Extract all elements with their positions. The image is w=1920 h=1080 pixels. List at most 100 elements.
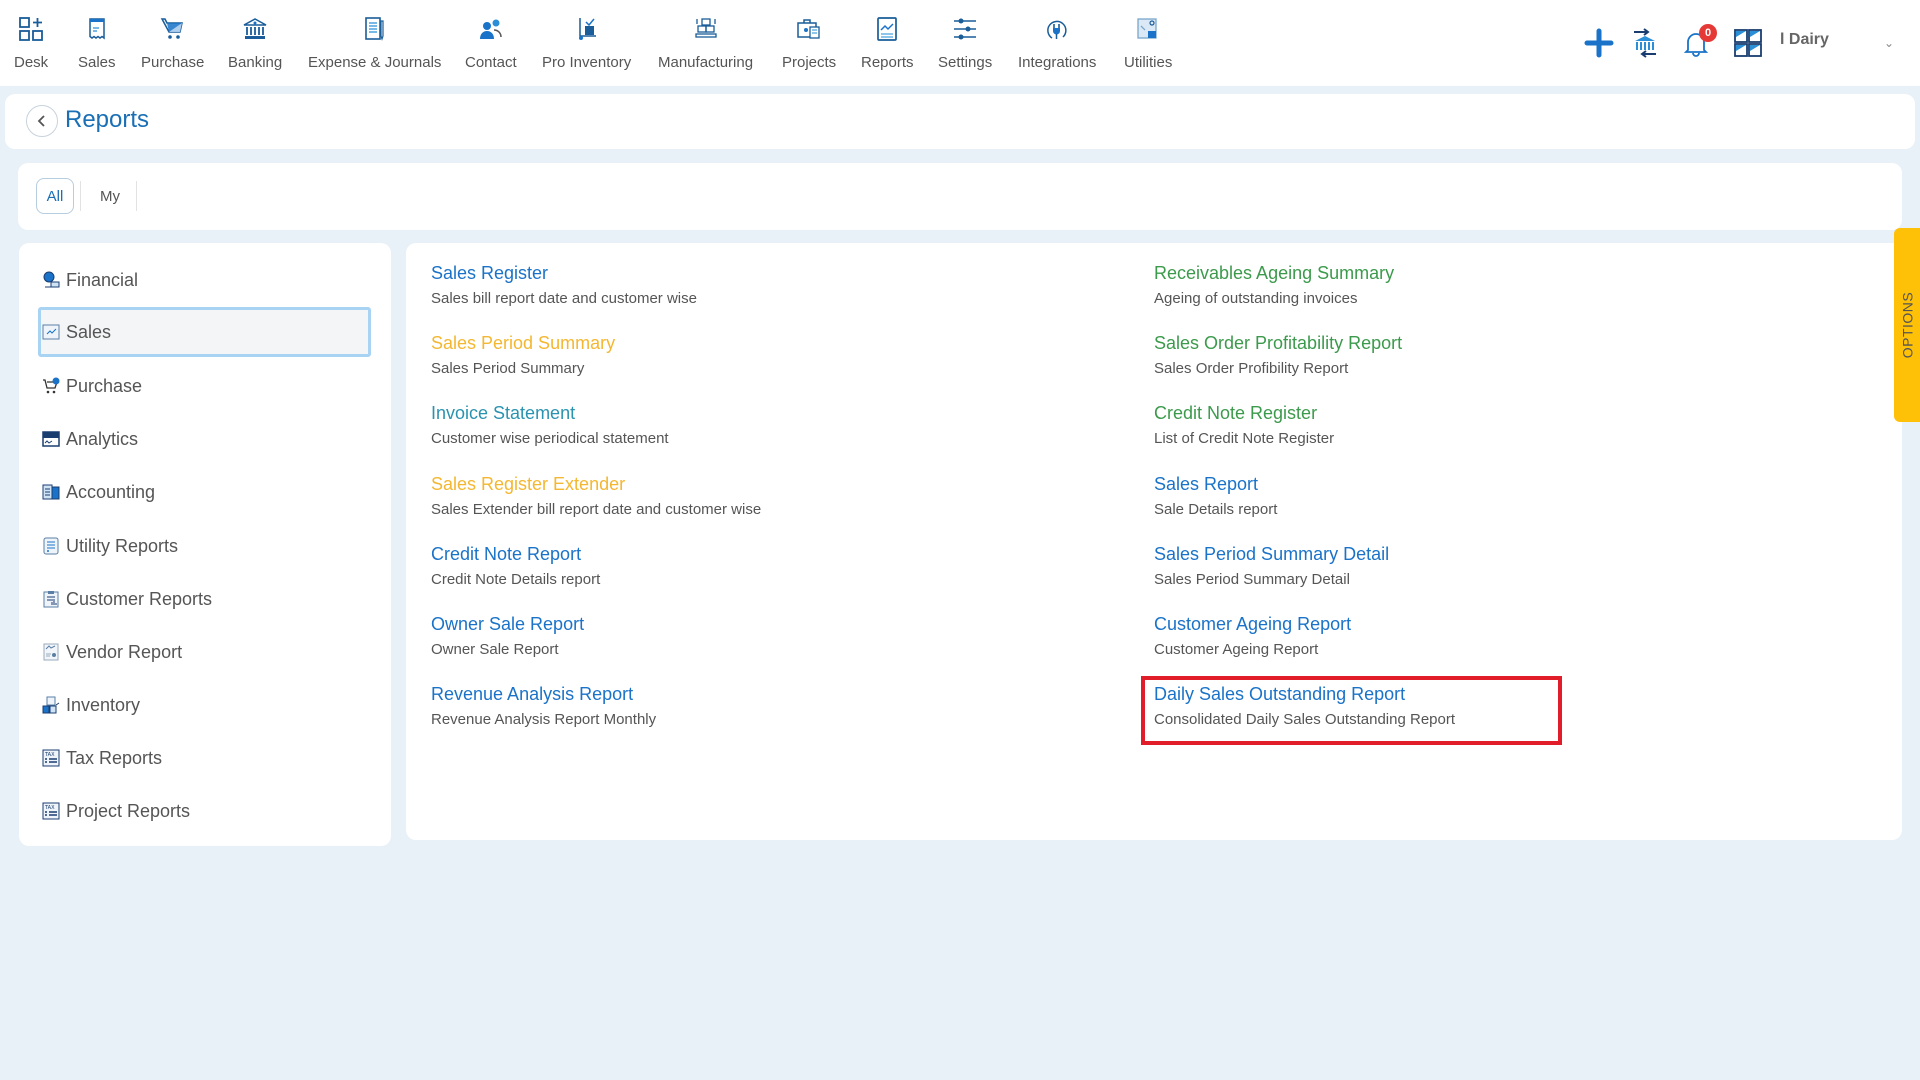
nav-label: Desk bbox=[14, 54, 49, 71]
sidebar-item-analytics[interactable]: Analytics bbox=[38, 414, 371, 464]
report-description: Sales Period Summary bbox=[431, 360, 585, 378]
tab-divider bbox=[80, 181, 81, 211]
utilities-icon bbox=[1133, 14, 1163, 44]
sidebar-item-purchase[interactable]: Purchase bbox=[38, 361, 371, 411]
report-title[interactable]: Receivables Ageing Summary bbox=[1154, 263, 1394, 284]
report-title[interactable]: Sales Order Profitability Report bbox=[1154, 333, 1402, 354]
nav-item-settings[interactable]: Settings bbox=[938, 14, 992, 71]
back-button[interactable] bbox=[26, 105, 58, 137]
report-item-customer-ageing-report[interactable]: Customer Ageing Report Customer Ageing Re… bbox=[1154, 614, 1351, 658]
report-title[interactable]: Credit Note Report bbox=[431, 544, 600, 565]
purchase-cart-icon bbox=[42, 377, 60, 395]
nav-item-purchase[interactable]: Purchase bbox=[141, 14, 204, 71]
sidebar-item-label: Sales bbox=[66, 321, 112, 342]
nav-label: Expense & Journals bbox=[308, 54, 442, 71]
report-title[interactable]: Credit Note Register bbox=[1154, 403, 1334, 424]
trolley-icon bbox=[572, 14, 602, 44]
report-item-sales-period-summary[interactable]: Sales Period Summary Sales Period Summary bbox=[431, 333, 615, 377]
desk-icon bbox=[16, 14, 46, 44]
cart-icon bbox=[158, 14, 188, 44]
sidebar-item-inventory[interactable]: Inventory bbox=[38, 680, 371, 730]
nav-item-banking[interactable]: Banking bbox=[228, 14, 282, 71]
nav-label: Integrations bbox=[1018, 54, 1097, 71]
tab-my[interactable]: My bbox=[88, 178, 132, 214]
nav-item-expense-journals[interactable]: Expense & Journals bbox=[308, 14, 441, 71]
report-item-revenue-analysis-report[interactable]: Revenue Analysis Report Revenue Analysis … bbox=[431, 684, 656, 728]
notification-bell[interactable]: 0 bbox=[1681, 24, 1717, 63]
options-tab[interactable]: OPTIONS bbox=[1894, 228, 1920, 422]
report-title[interactable]: Sales Register Extender bbox=[431, 474, 761, 495]
sidebar-item-accounting[interactable]: Accounting bbox=[38, 467, 371, 517]
analytics-icon bbox=[42, 430, 60, 448]
bank-icon bbox=[240, 14, 270, 44]
sidebar-item-label: Customer Reports bbox=[66, 588, 213, 609]
sidebar-item-label: Tax Reports bbox=[66, 747, 163, 768]
nav-item-pro-inventory[interactable]: Pro Inventory bbox=[542, 14, 631, 71]
company-name[interactable]: l Dairy bbox=[1780, 31, 1829, 49]
svg-text:TAX: TAX bbox=[44, 752, 55, 758]
boxes-icon bbox=[691, 14, 721, 44]
report-item-credit-note-register[interactable]: Credit Note Register List of Credit Note … bbox=[1154, 403, 1334, 447]
nav-item-utilities[interactable]: Utilities bbox=[1124, 14, 1172, 71]
sidebar-item-label: Utility Reports bbox=[66, 535, 179, 556]
tab-all[interactable]: All bbox=[36, 178, 74, 214]
sliders-icon bbox=[950, 14, 980, 44]
report-title[interactable]: Sales Period Summary bbox=[431, 333, 615, 354]
nav-item-desk[interactable]: Desk bbox=[14, 14, 48, 71]
report-item-invoice-statement[interactable]: Invoice Statement Customer wise periodica… bbox=[431, 403, 669, 447]
bank-transfer-icon[interactable] bbox=[1630, 28, 1660, 63]
report-title[interactable]: Sales Report bbox=[1154, 474, 1277, 495]
report-title[interactable]: Customer Ageing Report bbox=[1154, 614, 1351, 635]
report-title[interactable]: Invoice Statement bbox=[431, 403, 669, 424]
reports-list: Sales Register Sales bill report date and… bbox=[406, 243, 1902, 840]
report-description: Customer wise periodical statement bbox=[431, 430, 669, 448]
add-icon[interactable] bbox=[1584, 28, 1614, 63]
report-title[interactable]: Revenue Analysis Report bbox=[431, 684, 656, 705]
report-description: Sales Order Profibility Report bbox=[1154, 360, 1349, 378]
page-header: Reports bbox=[5, 94, 1915, 149]
nav-label: Banking bbox=[228, 54, 283, 71]
chevron-down-icon[interactable]: ⌄ bbox=[1884, 36, 1894, 50]
nav-item-integrations[interactable]: Integrations bbox=[1018, 14, 1096, 71]
report-item-sales-register-extender[interactable]: Sales Register Extender Sales Extender bi… bbox=[431, 474, 761, 518]
nav-item-reports[interactable]: Reports bbox=[861, 14, 914, 71]
notebook-icon bbox=[360, 14, 390, 44]
financial-icon bbox=[42, 271, 60, 289]
report-category-sidebar: Financial Sales Purchase Analytics Accou… bbox=[19, 243, 391, 846]
sales-report-icon bbox=[42, 323, 60, 341]
sidebar-item-utility-reports[interactable]: Utility Reports bbox=[38, 521, 371, 571]
chevron-left-icon bbox=[37, 115, 45, 127]
report-description: Sales bill report date and customer wise bbox=[431, 290, 697, 307]
nav-item-sales[interactable]: Sales bbox=[78, 14, 116, 71]
report-title[interactable]: Owner Sale Report bbox=[431, 614, 584, 635]
sidebar-item-sales[interactable]: Sales bbox=[38, 307, 371, 357]
sidebar-item-project-reports[interactable]: TAX Project Reports bbox=[38, 786, 371, 836]
sidebar-item-vendor-report[interactable]: Vendor Report bbox=[38, 627, 371, 677]
sidebar-item-tax-reports[interactable]: TAX Tax Reports bbox=[38, 733, 371, 783]
report-item-sales-period-summary-detail[interactable]: Sales Period Summary Detail Sales Period … bbox=[1154, 544, 1389, 588]
nav-label: Settings bbox=[938, 54, 993, 71]
report-item-sales-report[interactable]: Sales Report Sale Details report bbox=[1154, 474, 1277, 518]
page-title: Reports bbox=[65, 106, 150, 133]
sidebar-item-label: Project Reports bbox=[66, 800, 191, 821]
report-item-sales-order-profitability-report[interactable]: Sales Order Profitability Report Sales Or… bbox=[1154, 333, 1402, 377]
apps-grid-icon[interactable] bbox=[1733, 28, 1763, 63]
nav-item-contact[interactable]: Contact bbox=[465, 14, 517, 71]
report-title[interactable]: Sales Register bbox=[431, 263, 697, 284]
report-item-credit-note-report[interactable]: Credit Note Report Credit Note Details re… bbox=[431, 544, 600, 588]
report-description: Customer Ageing Report bbox=[1154, 641, 1319, 658]
report-title[interactable]: Sales Period Summary Detail bbox=[1154, 544, 1389, 565]
report-chart-icon bbox=[872, 14, 902, 44]
report-item-sales-register[interactable]: Sales Register Sales bill report date and… bbox=[431, 263, 697, 307]
plug-icon bbox=[1042, 14, 1072, 44]
nav-item-projects[interactable]: Projects bbox=[782, 14, 836, 71]
nav-label: Projects bbox=[782, 54, 837, 71]
report-item-receivables-ageing-summary[interactable]: Receivables Ageing Summary Ageing of outs… bbox=[1154, 263, 1394, 307]
sidebar-item-financial[interactable]: Financial bbox=[38, 255, 371, 305]
nav-item-manufacturing[interactable]: Manufacturing bbox=[658, 14, 753, 71]
svg-text:TAX: TAX bbox=[44, 805, 55, 811]
report-item-owner-sale-report[interactable]: Owner Sale Report Owner Sale Report bbox=[431, 614, 584, 658]
report-description: Sales Period Summary Detail bbox=[1154, 570, 1350, 588]
sidebar-item-customer-reports[interactable]: Customer Reports bbox=[38, 574, 371, 624]
sidebar-item-label: Financial bbox=[66, 269, 139, 290]
